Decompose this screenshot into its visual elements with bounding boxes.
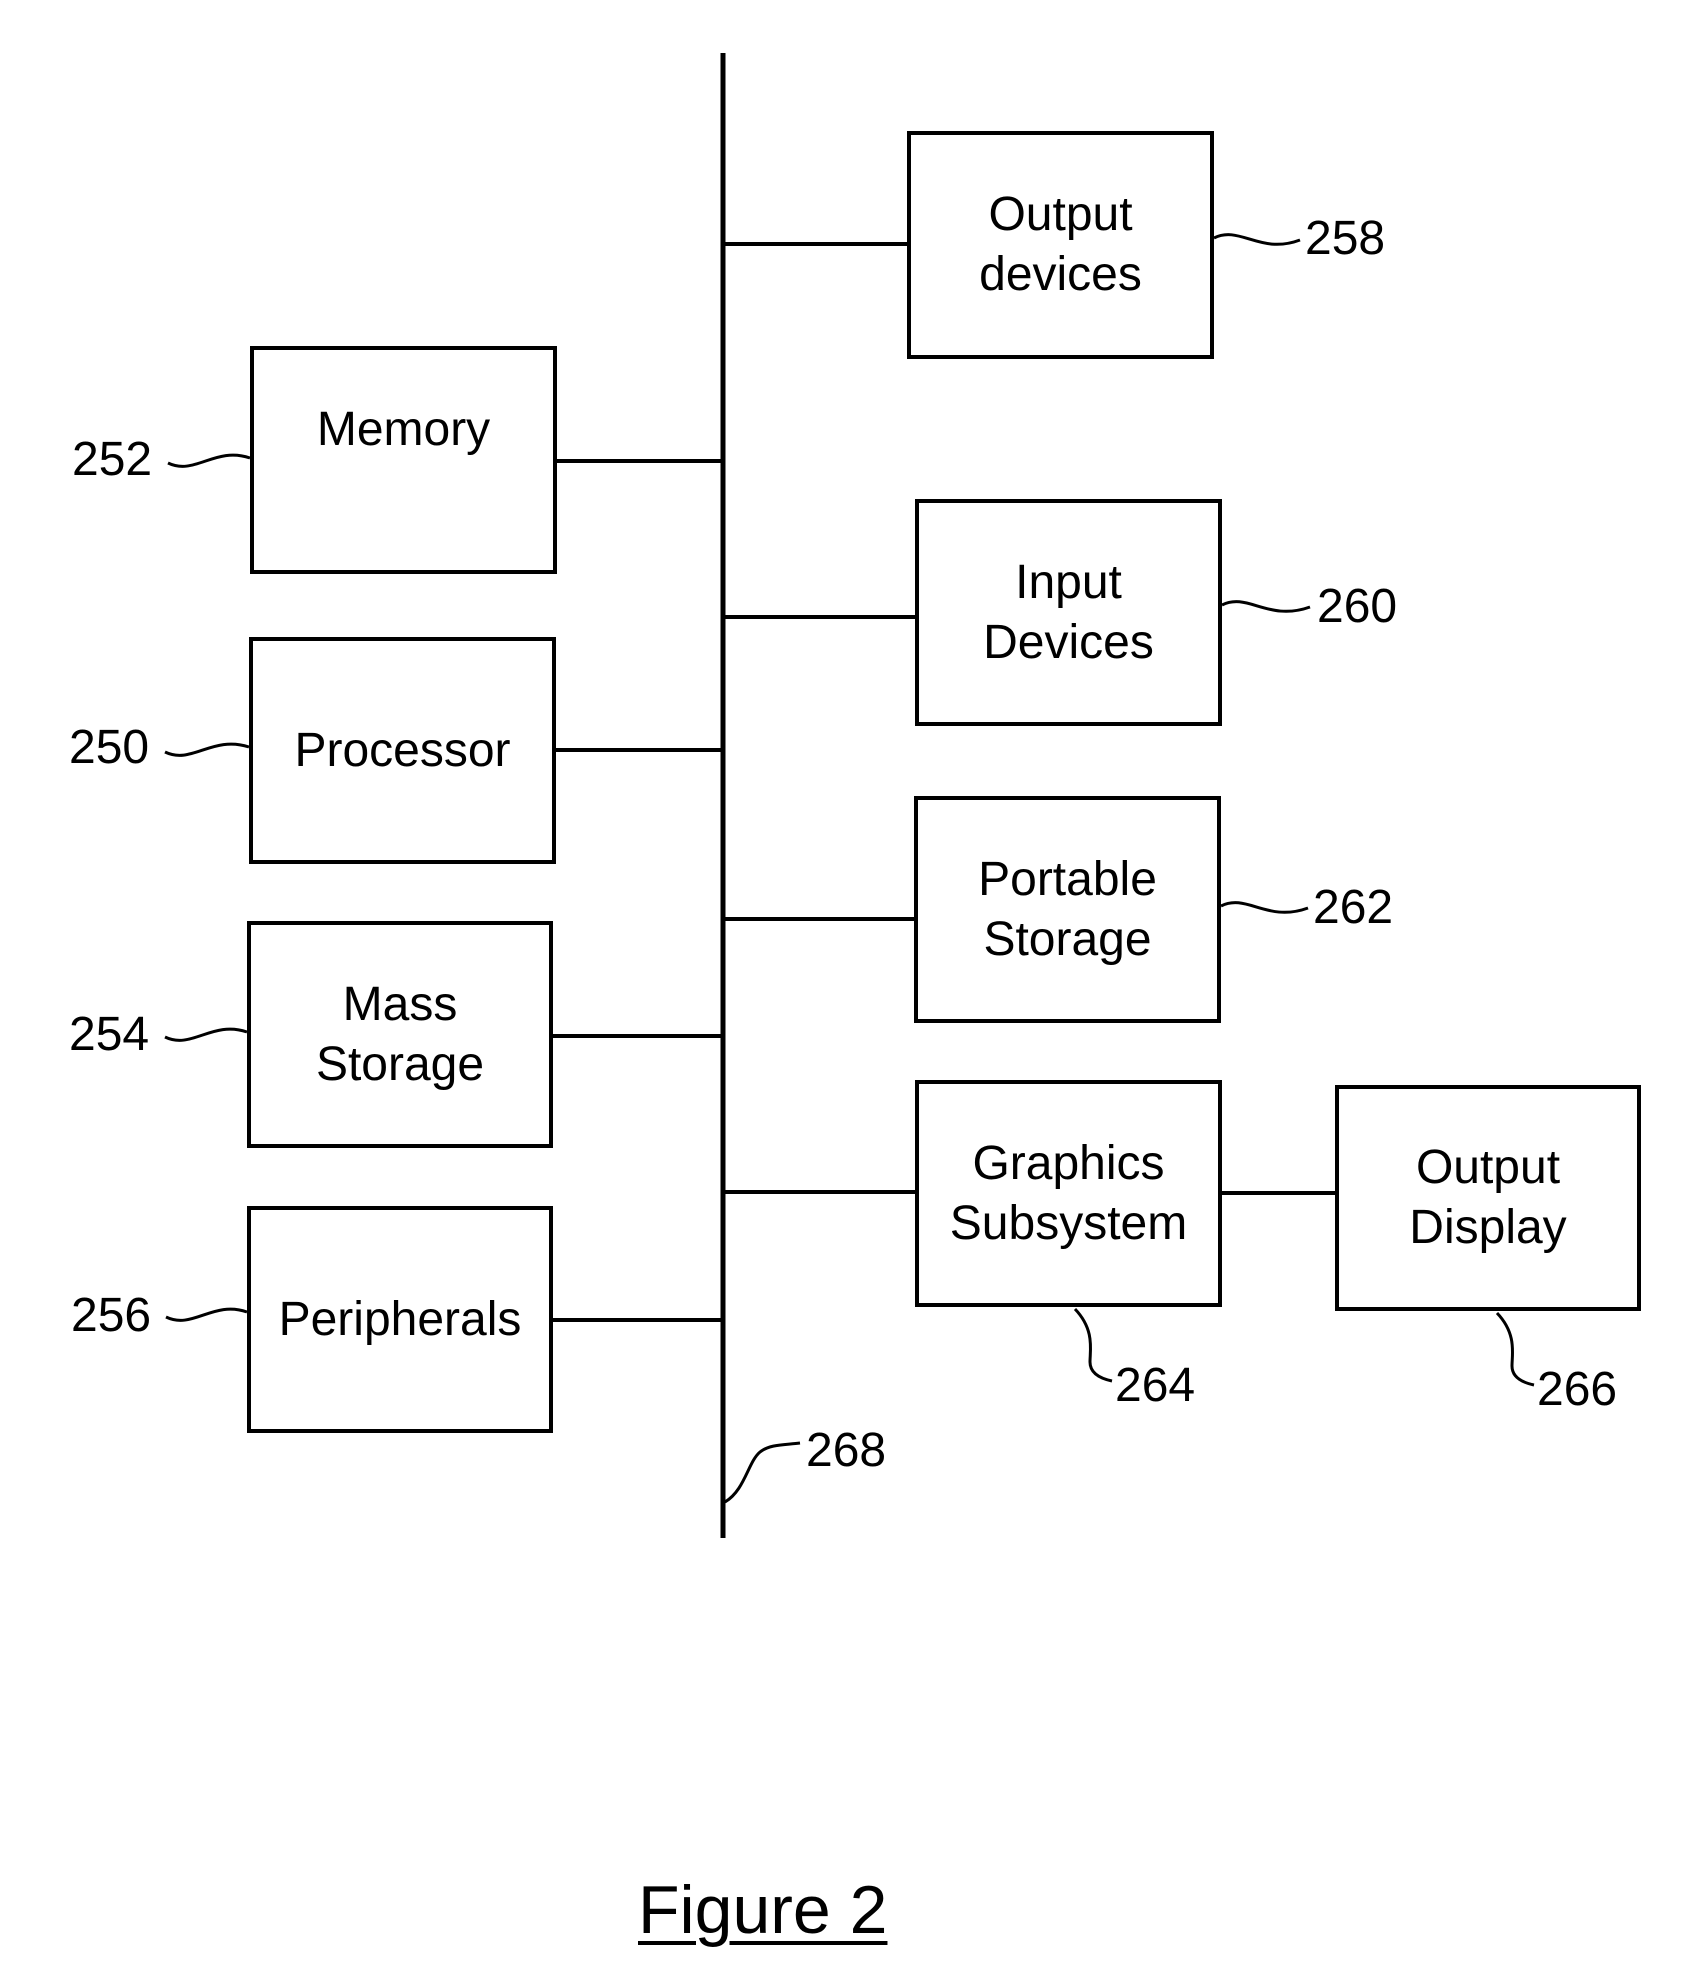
input-devices-label: Input Devices — [983, 555, 1154, 669]
graphics-subsystem-box: Graphics Subsystem — [915, 1080, 1222, 1307]
ref-268: 268 — [806, 1424, 887, 1477]
leader-262 — [1220, 901, 1309, 914]
mass-storage-label: Mass Storage — [315, 977, 485, 1091]
processor-box: Processor — [249, 637, 556, 864]
peripherals-label: Peripherals — [278, 1292, 522, 1346]
ref-264: 264 — [1115, 1359, 1196, 1412]
portable-storage-box: Portable Storage — [914, 796, 1221, 1023]
figure-caption: Figure 2 — [638, 1872, 888, 1948]
leader-260 — [1221, 600, 1311, 613]
leader-254 — [164, 1027, 248, 1042]
ref-266: 266 — [1537, 1363, 1618, 1416]
leader-250 — [164, 742, 250, 757]
leader-266 — [1495, 1311, 1535, 1387]
ref-260: 260 — [1317, 580, 1398, 633]
processor-label: Processor — [294, 723, 511, 777]
output-devices-label: Output devices — [979, 188, 1142, 301]
output-display-label: Output Display — [1409, 1141, 1567, 1254]
output-display-box: Output Display — [1335, 1085, 1641, 1311]
memory-box: Memory — [250, 346, 557, 574]
ref-256: 256 — [71, 1289, 152, 1342]
output-devices-box: Output devices — [907, 131, 1214, 359]
mass-storage-box: Mass Storage — [247, 921, 553, 1148]
leader-258 — [1213, 233, 1301, 246]
ref-262: 262 — [1313, 881, 1394, 934]
ref-252: 252 — [72, 433, 153, 486]
ref-254: 254 — [69, 1008, 150, 1061]
portable-storage-label: Portable Storage — [978, 852, 1157, 966]
ref-250: 250 — [69, 721, 150, 774]
input-devices-box: Input Devices — [915, 499, 1222, 726]
leader-268 — [724, 1441, 801, 1504]
leader-256 — [165, 1307, 248, 1322]
peripherals-box: Peripherals — [247, 1206, 553, 1433]
leader-264 — [1073, 1307, 1113, 1383]
memory-label: Memory — [316, 403, 491, 456]
graphics-subsystem-label: Graphics Subsystem — [949, 1136, 1188, 1250]
ref-258: 258 — [1305, 212, 1386, 265]
leader-252 — [167, 453, 251, 468]
